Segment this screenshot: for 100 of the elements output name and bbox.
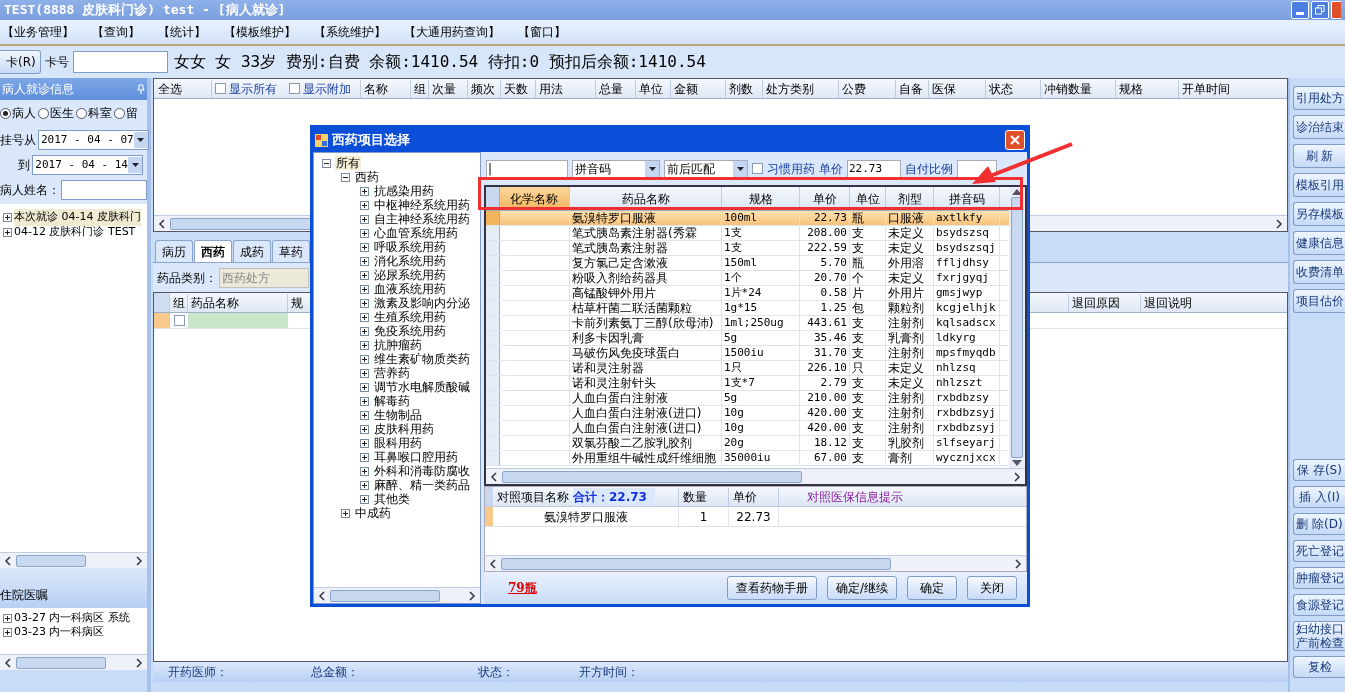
table-cell: 18.12 <box>800 436 850 450</box>
table-cell: 注射剂 <box>886 391 934 405</box>
column-header: 次量 <box>428 79 467 98</box>
table-cell: rxbdbzsy <box>934 391 1000 405</box>
table-cell: 150ml <box>722 256 800 270</box>
table-cell: 口服液 <box>886 211 934 225</box>
table-cell: 未定义 <box>886 361 934 375</box>
table-cell: 粉吸入剂给药器具 <box>570 271 722 285</box>
table-cell: kcgjelhjk <box>934 301 1000 315</box>
table-cell: 乳胶剂 <box>886 436 934 450</box>
column-header: 单位 <box>635 79 670 98</box>
table-cell: 颗粒剂 <box>886 301 934 315</box>
table-cell: 1片*24 <box>722 286 800 300</box>
column-header: 对照项目名称 <box>497 488 569 506</box>
table-cell: wycznjxcx <box>934 451 1000 465</box>
table-cell: 1支 <box>722 241 800 255</box>
table-cell: 氨溴特罗口服液 <box>493 507 679 526</box>
table-cell: 420.00 <box>800 406 850 420</box>
table-cell: 支 <box>850 406 886 420</box>
table-cell: 支 <box>850 241 886 255</box>
table-cell: 支 <box>850 451 886 465</box>
table-cell: 双氯芬酸二乙胺乳胶剂 <box>570 436 722 450</box>
table-cell: 支 <box>850 316 886 330</box>
table-cell: 笔式胰岛素注射器 <box>570 241 722 255</box>
column-header: 单价 <box>729 487 779 506</box>
panel-title: 住院医嘱 <box>0 587 48 604</box>
column-header: 剂数 <box>725 79 762 98</box>
radio-label: 医生 <box>50 105 74 122</box>
table-cell: 443.61 <box>800 316 850 330</box>
table-cell: 35.46 <box>800 331 850 345</box>
table-cell: 复方氯己定含漱液 <box>570 256 722 270</box>
table-cell: 35000iu <box>722 451 800 465</box>
table-cell: 22.73 <box>729 507 779 526</box>
patient-info: 女女 女 33岁 费别:自费 余额:1410.54 待扣:0 预扣后余额:1410.54 <box>173 51 706 73</box>
toggle-label: 显示所有 <box>229 80 277 98</box>
column-header: 对照医保信息提示 <box>806 488 903 506</box>
column-header: 总量 <box>595 79 635 98</box>
table-cell: 注射剂 <box>886 346 934 360</box>
table-cell: 210.00 <box>800 391 850 405</box>
table-cell: 包 <box>850 301 886 315</box>
toggle-label: 显示附加 <box>303 80 351 98</box>
column-header: 规格 <box>1115 79 1178 98</box>
table-cell: 1ml;250ug <box>722 316 800 330</box>
column-header: 处方类别 <box>762 79 838 98</box>
radio-label: 留 <box>126 105 138 122</box>
table-cell: 1g*15 <box>722 301 800 315</box>
column-header: 名称 <box>360 79 410 98</box>
table-cell: 20g <box>722 436 800 450</box>
card-label: 卡号 <box>44 54 69 71</box>
column-header: 频次 <box>467 79 500 98</box>
table-cell: 支 <box>850 421 886 435</box>
table-cell: slfseyarj <box>934 436 1000 450</box>
table-cell: 5g <box>722 391 800 405</box>
table-cell: 10g <box>722 421 800 435</box>
table-cell: 226.10 <box>800 361 850 375</box>
table-cell: 1支 <box>722 226 800 240</box>
table-cell: 枯草杆菌二联活菌颗粒 <box>570 301 722 315</box>
table-cell: 诺和灵注射针头 <box>570 376 722 390</box>
table-cell: 注射剂 <box>886 406 934 420</box>
table-cell: 高锰酸钾外用片 <box>570 286 722 300</box>
date-label: 到 <box>17 157 31 174</box>
table-cell: bsydszsq <box>934 226 1000 240</box>
table-cell: 20.70 <box>800 271 850 285</box>
dialog-title: 西药项目选择 <box>332 131 411 150</box>
table-cell: 膏剂 <box>886 451 934 465</box>
table-cell: 未定义 <box>886 271 934 285</box>
table-cell: 外用重组牛碱性成纤维细胞 <box>570 451 722 465</box>
table-cell: 卡前列素氨丁三醇(欣母沛) <box>570 316 722 330</box>
table-cell: 外用溶 <box>886 256 934 270</box>
column-header: 冲销数量 <box>1040 79 1115 98</box>
footer-label: 状态： <box>478 664 515 681</box>
table-cell: 人血白蛋白注射液(进口) <box>570 421 722 435</box>
table-cell: 个 <box>850 271 886 285</box>
price-label: 单价 <box>819 160 843 178</box>
table-cell: axtlkfy <box>934 211 1000 225</box>
column-header: 开单时间 <box>1178 79 1283 98</box>
column-header: 用法 <box>535 79 595 98</box>
table-cell: 10g <box>722 406 800 420</box>
table-cell: 67.00 <box>800 451 850 465</box>
table-cell: 1.25 <box>800 301 850 315</box>
footer-label: 总金额： <box>311 664 360 681</box>
table-cell: 420.00 <box>800 421 850 435</box>
table-cell: mpsfmyqdb <box>934 346 1000 360</box>
table-cell: 5g <box>722 331 800 345</box>
column-header: 金额 <box>670 79 725 98</box>
table-cell: 22.73 <box>800 211 850 225</box>
table-cell: 支 <box>850 436 886 450</box>
column-header: 状态 <box>985 79 1040 98</box>
column-header: 公费 <box>838 79 895 98</box>
table-cell: 人血白蛋白注射液(进口) <box>570 406 722 420</box>
table-cell: 氨溴特罗口服液 <box>570 211 722 225</box>
table-cell: 1500iu <box>722 346 800 360</box>
table-cell: ffljdhsy <box>934 256 1000 270</box>
table-cell: 注射剂 <box>886 316 934 330</box>
table-cell: kqlsadscx <box>934 316 1000 330</box>
table-cell: 瓶 <box>850 256 886 270</box>
table-cell: 笔式胰岛素注射器(秀霖 <box>570 226 722 240</box>
table-cell: 208.00 <box>800 226 850 240</box>
table-cell: nhlzsq <box>934 361 1000 375</box>
category-label: 药品类别： <box>157 269 217 287</box>
